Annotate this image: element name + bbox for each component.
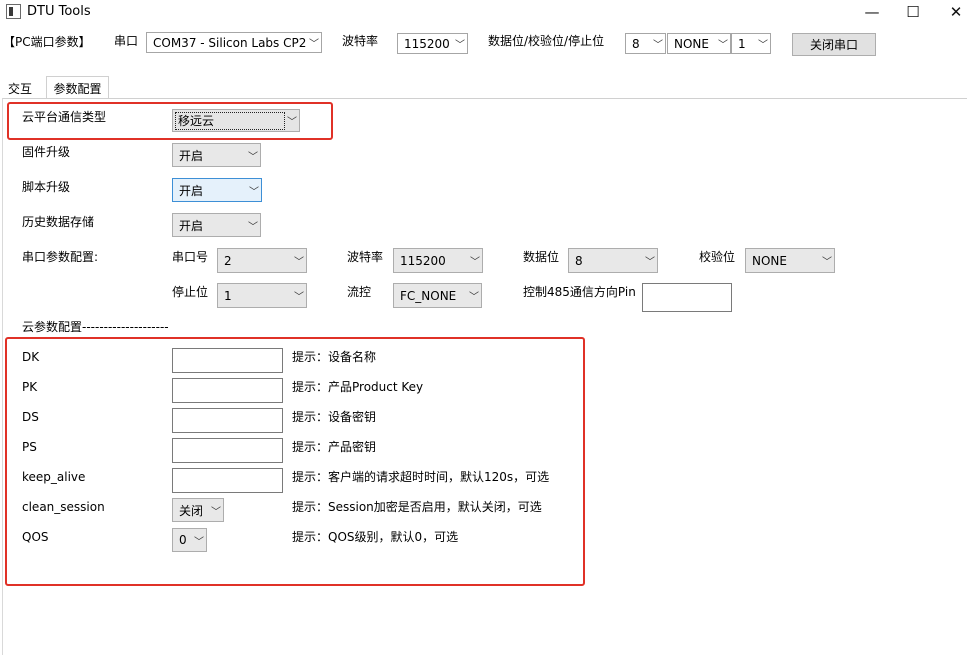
stopbits-select-value: 1: [738, 36, 746, 51]
port-select-value: COM37 - Silicon Labs CP2: [153, 35, 307, 50]
chevron-down-icon: ﹀: [653, 40, 663, 51]
data-parity-stop-label: 数据位/校验位/停止位: [488, 34, 605, 48]
keep-alive-label: keep_alive: [22, 470, 86, 484]
cloud-type-label: 云平台通信类型: [22, 110, 107, 124]
clean-session-hint: 提示：Session加密是否启用，默认关闭，可选: [292, 500, 542, 514]
chevron-down-icon: ﹀: [249, 186, 259, 198]
history-storage-select-value: 开启: [179, 218, 204, 233]
cloud-type-select-value: 移远云: [175, 111, 285, 130]
chevron-down-icon: ﹀: [645, 257, 655, 268]
ds-label: DS: [22, 410, 39, 424]
serial-stopbits-select[interactable]: 1 ﹀: [217, 283, 307, 308]
clean-session-label: clean_session: [22, 500, 105, 514]
qos-select[interactable]: 0 ﹀: [172, 528, 207, 552]
ps-hint: 提示：产品密钥: [292, 440, 377, 454]
dk-input[interactable]: [172, 348, 283, 373]
chevron-down-icon: ﹀: [470, 257, 480, 268]
tab-param-config[interactable]: 参数配置: [46, 76, 109, 99]
dk-hint: 提示：设备名称: [292, 350, 377, 364]
chevron-down-icon: ﹀: [248, 151, 258, 163]
chevron-down-icon: ﹀: [211, 506, 221, 518]
port-select[interactable]: COM37 - Silicon Labs CP2 ﹀: [146, 32, 322, 53]
tab-interaction[interactable]: 交互: [2, 78, 38, 98]
serial-databits-select[interactable]: 8 ﹀: [568, 248, 658, 273]
chevron-down-icon: ﹀: [287, 117, 297, 128]
ds-hint: 提示：设备密钥: [292, 410, 377, 424]
cloud-params-header: 云参数配置--------------------: [22, 320, 169, 334]
clean-session-select[interactable]: 关闭 ﹀: [172, 498, 224, 522]
serial-port-no-select[interactable]: 2 ﹀: [217, 248, 307, 273]
serial-flow-select-value: FC_NONE: [400, 288, 457, 303]
serial-485-pin-input[interactable]: [642, 283, 732, 312]
chevron-down-icon: ﹀: [294, 257, 304, 268]
databits-select[interactable]: 8 ﹀: [625, 33, 666, 54]
serial-parity-select[interactable]: NONE ﹀: [745, 248, 835, 273]
title-bar: [0, 0, 967, 24]
window-title: DTU Tools: [27, 4, 91, 19]
baud-label: 波特率: [342, 34, 379, 48]
serial-parity-select-value: NONE: [752, 253, 787, 268]
baud-select[interactable]: 115200 ﹀: [397, 33, 468, 54]
serial-port-no-label: 串口号: [172, 250, 209, 264]
app-icon: [6, 4, 21, 19]
serial-databits-label: 数据位: [523, 250, 560, 264]
script-upgrade-select[interactable]: 开启 ﹀: [172, 178, 262, 202]
pk-hint: 提示：产品Product Key: [292, 380, 424, 394]
serial-baud-select[interactable]: 115200 ﹀: [393, 248, 483, 273]
qos-select-value: 0: [179, 533, 187, 547]
parity-select-value: NONE: [674, 36, 709, 51]
chevron-down-icon: ﹀: [194, 536, 204, 548]
chevron-down-icon: ﹀: [469, 292, 479, 303]
cloud-params-highlight: [5, 337, 585, 586]
chevron-down-icon: ﹀: [718, 40, 728, 51]
script-upgrade-select-value: 开启: [179, 183, 204, 198]
keep-alive-input[interactable]: [172, 468, 283, 493]
history-storage-select[interactable]: 开启 ﹀: [172, 213, 261, 237]
chevron-down-icon: ﹀: [294, 292, 304, 303]
serial-config-label: 串口参数配置:: [22, 250, 99, 264]
serial-baud-select-value: 115200: [400, 253, 446, 268]
serial-flow-select[interactable]: FC_NONE ﹀: [393, 283, 482, 308]
serial-port-no-select-value: 2: [224, 253, 232, 268]
baud-select-value: 115200: [404, 36, 450, 51]
keep-alive-hint: 提示：客户端的请求超时时间，默认120s，可选: [292, 470, 550, 484]
qos-hint: 提示：QOS级别，默认0，可选: [292, 530, 459, 544]
stopbits-select[interactable]: 1 ﹀: [731, 33, 771, 54]
serial-baud-label: 波特率: [347, 250, 384, 264]
ds-input[interactable]: [172, 408, 283, 433]
chevron-down-icon: ﹀: [309, 39, 319, 50]
chevron-down-icon: ﹀: [455, 40, 465, 51]
maximize-button[interactable]: ☐: [890, 0, 936, 24]
chevron-down-icon: ﹀: [758, 40, 768, 51]
firmware-upgrade-label: 固件升级: [22, 145, 71, 159]
serial-stopbits-label: 停止位: [172, 285, 209, 299]
close-port-button[interactable]: 关闭串口: [792, 33, 876, 56]
firmware-upgrade-select[interactable]: 开启 ﹀: [172, 143, 261, 167]
serial-databits-select-value: 8: [575, 253, 583, 268]
serial-stopbits-select-value: 1: [224, 288, 232, 303]
dk-label: DK: [22, 350, 40, 364]
close-window-button[interactable]: ✕: [933, 0, 967, 24]
pc-port-section-label: 【PC端口参数】: [3, 35, 91, 49]
history-storage-label: 历史数据存储: [22, 215, 95, 229]
ps-label: PS: [22, 440, 37, 454]
ps-input[interactable]: [172, 438, 283, 463]
firmware-upgrade-select-value: 开启: [179, 148, 204, 163]
serial-485-pin-label: 控制485通信方向Pin: [523, 285, 636, 299]
serial-flow-label: 流控: [347, 285, 372, 299]
chevron-down-icon: ﹀: [248, 221, 258, 233]
script-upgrade-label: 脚本升级: [22, 180, 71, 194]
port-label: 串口: [114, 34, 139, 48]
parity-select[interactable]: NONE ﹀: [667, 33, 731, 54]
clean-session-select-value: 关闭: [179, 503, 204, 518]
chevron-down-icon: ﹀: [822, 257, 832, 268]
serial-parity-label: 校验位: [699, 250, 736, 264]
pk-input[interactable]: [172, 378, 283, 403]
minimize-button[interactable]: —: [849, 0, 895, 24]
databits-select-value: 8: [632, 36, 640, 51]
cloud-type-select[interactable]: 移远云 ﹀: [172, 109, 300, 132]
qos-label: QOS: [22, 530, 49, 544]
pk-label: PK: [22, 380, 38, 394]
